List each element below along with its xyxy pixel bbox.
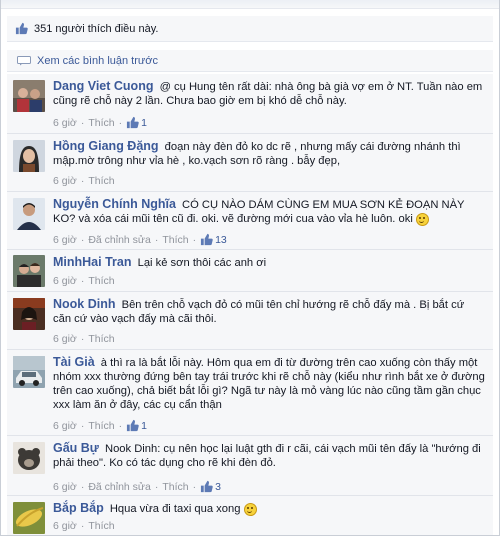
likes-summary[interactable]: 351 người thích điều này. <box>7 16 493 42</box>
comment-author[interactable]: Gấu Bự <box>53 441 99 455</box>
avatar[interactable] <box>13 502 45 534</box>
edited-label[interactable]: Đã chỉnh sửa <box>88 234 150 246</box>
comment-time[interactable]: 6 giờ <box>53 275 77 287</box>
comment-author[interactable]: Hồng Giang Đặng <box>53 139 159 153</box>
comment-time[interactable]: 6 giờ <box>53 481 77 493</box>
avatar[interactable] <box>13 356 45 388</box>
top-strip <box>1 0 499 9</box>
like-link[interactable]: Thích <box>162 481 188 493</box>
comments-panel: 351 người thích điều này. Xem các bình l… <box>0 0 500 536</box>
like-link[interactable]: Thích <box>88 333 114 345</box>
comment-text: Hqua vừa đi taxi qua xong <box>109 503 241 515</box>
like-link[interactable]: Thích <box>88 275 114 287</box>
thumbs-up-icon <box>127 419 139 432</box>
comment-item: Dang Viet Cuong @ cụ Hung tên rất dài: n… <box>7 74 493 134</box>
like-count[interactable]: 3 <box>200 480 221 493</box>
thumbs-up-icon <box>201 480 213 493</box>
comment-author[interactable]: MinhHai Tran <box>53 255 131 269</box>
comment-item: Bắp Bắp Hqua vừa đi taxi qua xong 6 giờ … <box>7 496 493 535</box>
like-count[interactable]: 1 <box>126 116 147 129</box>
comment-author[interactable]: Nook Dinh <box>53 297 116 311</box>
like-link[interactable]: Thích <box>88 420 114 432</box>
view-previous-link[interactable]: Xem các bình luận trước <box>37 55 158 67</box>
like-count[interactable]: 1 <box>126 419 147 432</box>
avatar[interactable] <box>13 442 45 474</box>
comment-author[interactable]: Nguyễn Chính Nghĩa <box>53 197 176 211</box>
comment-time[interactable]: 6 giờ <box>53 420 77 432</box>
comment-time[interactable]: 6 giờ <box>53 175 77 187</box>
comment-time[interactable]: 6 giờ <box>53 117 77 129</box>
likes-count-text: 351 người thích điều này. <box>34 22 159 35</box>
like-link[interactable]: Thích <box>88 175 114 187</box>
comment-author[interactable]: Dang Viet Cuong <box>53 79 153 93</box>
avatar[interactable] <box>13 80 45 112</box>
smiley-icon <box>243 502 257 516</box>
like-link[interactable]: Thích <box>88 117 114 129</box>
like-count[interactable]: 13 <box>200 233 227 246</box>
comment-author[interactable]: Tài Già <box>53 355 95 369</box>
view-previous-comments[interactable]: Xem các bình luận trước <box>7 50 493 72</box>
comment-text: Nook Dinh: cụ nên học lại luật gth đi r … <box>53 443 481 469</box>
comment-item: Gấu Bự Nook Dinh: cụ nên học lại luật gt… <box>7 436 493 496</box>
comment-item: Nguyễn Chính Nghĩa CÓ CỤ NÀO DÁM CÙNG EM… <box>7 192 493 250</box>
like-link[interactable]: Thích <box>88 520 114 532</box>
comment-item: Tài Già à thì ra là bắt lỗi này. Hôm qua… <box>7 350 493 436</box>
comment-item: Hồng Giang Đặng đoạn này đèn đỏ ko dc rẽ… <box>7 134 493 192</box>
comment-author[interactable]: Bắp Bắp <box>53 501 104 515</box>
comment-bubble-icon <box>17 55 31 65</box>
comment-time[interactable]: 6 giờ <box>53 234 77 246</box>
edited-label[interactable]: Đã chỉnh sửa <box>88 481 150 493</box>
like-link[interactable]: Thích <box>162 234 188 246</box>
comment-time[interactable]: 6 giờ <box>53 520 77 532</box>
comment-text: à thì ra là bắt lỗi này. Hôm qua em đi t… <box>53 357 485 411</box>
avatar[interactable] <box>13 198 45 230</box>
comment-item: MinhHai Tran Lại kẻ sơn thôi các anh ơi … <box>7 250 493 292</box>
avatar[interactable] <box>13 255 45 287</box>
comment-time[interactable]: 6 giờ <box>53 333 77 345</box>
thumbs-up-icon <box>127 116 139 129</box>
avatar[interactable] <box>13 298 45 330</box>
smiley-icon <box>415 212 429 226</box>
thumbs-up-icon <box>15 22 28 35</box>
avatar[interactable] <box>13 140 45 172</box>
comment-item: Nook Dinh Bên trên chỗ vạch đỏ có mũi tê… <box>7 292 493 350</box>
thumbs-up-icon <box>201 233 213 246</box>
comment-text: Lại kẻ sơn thôi các anh ơi <box>137 257 267 269</box>
